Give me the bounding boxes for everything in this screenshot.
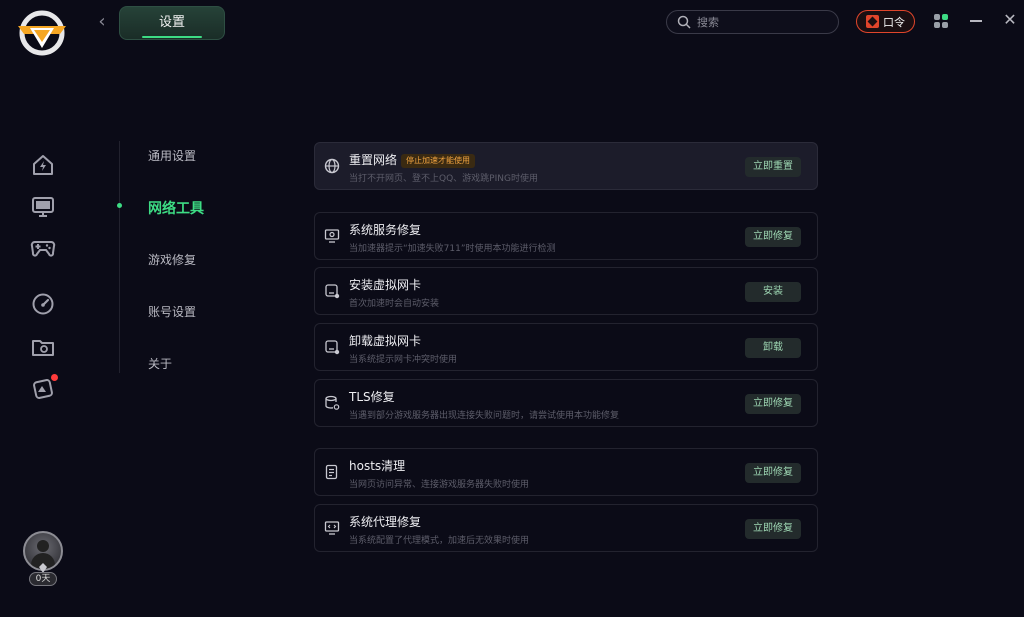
membership-days: 0天 — [29, 572, 57, 586]
tool-desc: 当加速器提示“加速失败711”时使用本功能进行检测 — [349, 244, 556, 254]
file-list-icon — [324, 464, 340, 480]
app-logo — [18, 10, 66, 56]
system-service-repair-button[interactable]: 立即修复 — [745, 227, 801, 247]
user-avatar[interactable]: 0天 — [21, 531, 65, 587]
folder-video-icon[interactable] — [30, 334, 56, 360]
menu-item-game-repair[interactable]: 游戏修复 — [148, 251, 196, 268]
reset-network-button[interactable]: 立即重置 — [745, 157, 801, 177]
tool-card-uninstall-nic: 卸载虚拟网卡 当系统提示网卡冲突时使用 卸载 — [314, 323, 818, 371]
page-title-tab[interactable]: 设置 — [119, 6, 225, 40]
tool-title: hosts清理 — [349, 459, 406, 473]
minimize-button[interactable] — [970, 20, 982, 22]
speedometer-icon[interactable] — [30, 291, 56, 317]
tool-card-proxy-repair: 系统代理修复 当系统配置了代理模式，加速后无效果时使用 立即修复 — [314, 504, 818, 552]
search-box[interactable] — [666, 10, 839, 34]
tool-card-system-service: 系统服务修复 当加速器提示“加速失败711”时使用本功能进行检测 立即修复 — [314, 212, 818, 260]
network-card-remove-icon — [324, 339, 340, 355]
tool-desc: 当遇到部分游戏服务器出现连接失败问题时，请尝试使用本功能修复 — [349, 411, 620, 421]
tool-card-reset-network: 重置网络 停止加速才能使用 当打不开网页、登不上QQ、游戏跳PING时使用 立即重… — [314, 142, 818, 190]
menu-divider — [119, 141, 120, 373]
tool-desc: 当打不开网页、登不上QQ、游戏跳PING时使用 — [349, 174, 538, 184]
apps-grid-icon[interactable] — [934, 14, 948, 28]
tool-desc: 当系统配置了代理模式，加速后无效果时使用 — [349, 536, 530, 546]
monitor-code-icon — [324, 520, 340, 536]
home-bolt-icon[interactable] — [30, 152, 56, 178]
tool-card-hosts-clean: hosts清理 当网页访问异常、连接游戏服务器失败时使用 立即修复 — [314, 448, 818, 496]
database-gear-icon — [324, 395, 340, 411]
menu-item-account[interactable]: 账号设置 — [148, 303, 196, 320]
tool-desc: 首次加速时会自动安装 — [349, 299, 440, 309]
uninstall-nic-button[interactable]: 卸载 — [745, 338, 801, 358]
monitor-icon[interactable] — [30, 194, 56, 220]
tool-desc: 当系统提示网卡冲突时使用 — [349, 355, 458, 365]
active-indicator — [117, 203, 122, 208]
back-button[interactable]: ‹ — [92, 12, 112, 32]
install-nic-button[interactable]: 安装 — [745, 282, 801, 302]
tool-title: 系统代理修复 — [349, 515, 422, 529]
menu-item-general[interactable]: 通用设置 — [148, 147, 196, 164]
tool-title: TLS修复 — [349, 390, 395, 404]
tool-title: 系统服务修复 — [349, 223, 422, 237]
code-label: 口令 — [883, 15, 905, 29]
tool-title: 卸载虚拟网卡 — [349, 334, 422, 348]
tool-card-install-nic: 安装虚拟网卡 首次加速时会自动安装 安装 — [314, 267, 818, 315]
notification-dot — [51, 374, 58, 381]
proxy-repair-button[interactable]: 立即修复 — [745, 519, 801, 539]
search-input[interactable] — [697, 15, 827, 29]
network-card-icon — [324, 283, 340, 299]
tool-title: 重置网络 — [349, 153, 398, 167]
code-button[interactable]: 口令 — [856, 10, 915, 33]
close-button[interactable]: ✕ — [1002, 12, 1018, 28]
globe-icon — [324, 158, 340, 174]
tool-card-tls-repair: TLS修复 当遇到部分游戏服务器出现连接失败问题时，请尝试使用本功能修复 立即修… — [314, 379, 818, 427]
tls-repair-button[interactable]: 立即修复 — [745, 394, 801, 414]
game-card-icon[interactable] — [30, 374, 58, 402]
menu-item-network-tools[interactable]: 网络工具 — [148, 198, 204, 218]
menu-item-about[interactable]: 关于 — [148, 355, 172, 372]
tool-desc: 当网页访问异常、连接游戏服务器失败时使用 — [349, 480, 530, 490]
hosts-clean-button[interactable]: 立即修复 — [745, 463, 801, 483]
warning-tag: 停止加速才能使用 — [401, 154, 476, 168]
monitor-gear-icon — [324, 228, 340, 244]
gamepad-icon[interactable] — [30, 234, 56, 260]
tool-title: 安装虚拟网卡 — [349, 278, 422, 292]
code-icon — [866, 15, 879, 28]
search-icon — [677, 15, 691, 29]
